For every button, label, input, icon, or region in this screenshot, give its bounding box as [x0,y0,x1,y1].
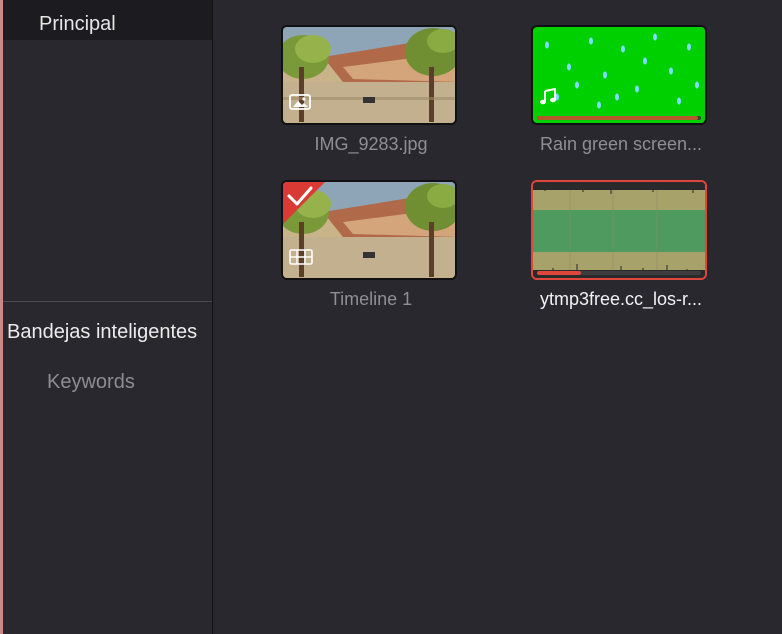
clip-usage-bar [537,116,701,120]
image-icon [289,94,311,115]
bin-sidebar: Principal Bandejas inteligentes Keywords [3,0,212,634]
smart-bin-keywords[interactable]: Keywords [47,370,135,394]
clip-name: Rain green screen... [539,134,703,154]
clip-name: ytmp3free.cc_los-r... [539,289,703,309]
clip-thumbnail[interactable] [531,180,707,280]
clip-usage-bar [537,271,701,275]
bin-item-principal[interactable]: Principal [3,0,212,40]
audio-waveform-thumbnail [533,182,705,278]
clip-usage-fill [537,271,582,275]
sidebar-divider [3,301,212,302]
clip-thumbnail[interactable] [281,180,457,280]
clip-name: IMG_9283.jpg [314,134,428,154]
media-pool-window: Principal Bandejas inteligentes Keywords [0,0,782,634]
music-note-icon [539,87,557,111]
timeline-icon [289,249,313,270]
clip-grid: IMG_9283.jpg Rain green screen... Timeli… [213,0,782,634]
green-screen-thumbnail [533,27,705,123]
clip-thumbnail[interactable] [531,25,707,125]
clip-thumbnail[interactable] [281,25,457,125]
clip-usage-fill [537,116,698,120]
clip-name: Timeline 1 [329,289,413,309]
smart-bins-heading: Bandejas inteligentes [7,321,198,343]
bin-item-label: Principal [39,13,116,35]
